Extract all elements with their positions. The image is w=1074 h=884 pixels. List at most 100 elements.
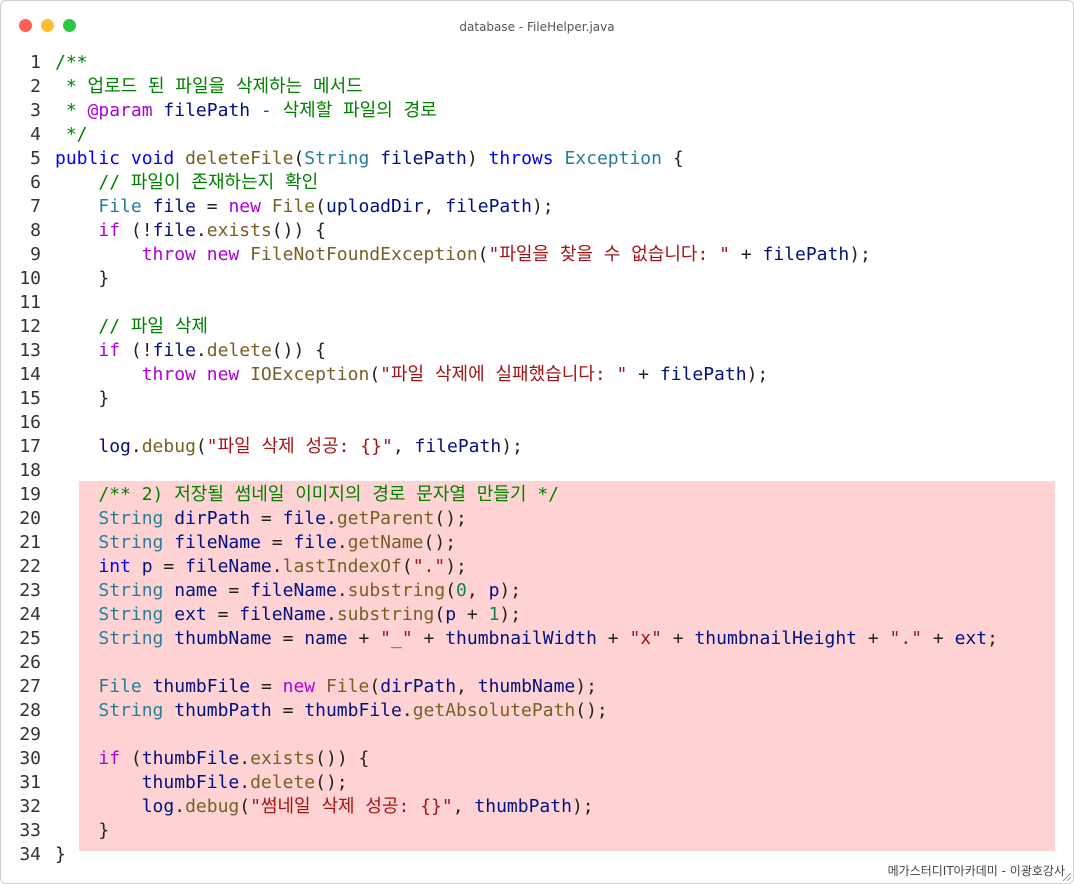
code-token-number: 1	[488, 604, 500, 625]
code-token-function: delete	[206, 340, 272, 361]
code-token-plain: );	[849, 244, 871, 265]
code-token-variable: dirPath	[174, 508, 251, 529]
code-token-plain: =	[250, 508, 283, 529]
line-number: 14	[19, 364, 41, 385]
line-number: 10	[19, 268, 41, 289]
code-token-plain: (	[239, 796, 251, 817]
code-text: }	[55, 819, 109, 843]
code-token-plain: +	[661, 628, 695, 649]
resize-grip-icon[interactable]	[1061, 871, 1071, 881]
code-token-variable: thumbnailWidth	[445, 628, 597, 649]
line-number: 34	[19, 844, 41, 865]
code-token-string: "파일을 찾을 수 없습니다: "	[488, 244, 730, 265]
code-token-plain: +	[922, 628, 955, 649]
code-text: * @param filePath - 삭제할 파일의 경로	[55, 99, 437, 123]
code-token-variable: filePath	[659, 364, 747, 385]
code-text: File file = new File(uploadDir, filePath…	[55, 195, 553, 219]
code-token-function: exists	[250, 748, 316, 769]
code-token-plain: ,	[456, 676, 478, 697]
line-number: 3	[30, 100, 41, 121]
code-token-variable: thumbFile	[152, 676, 251, 697]
line-number: 23	[19, 580, 41, 601]
line-number: 32	[19, 796, 41, 817]
line-number: 19	[19, 484, 41, 505]
code-token-plain: );	[746, 364, 769, 385]
code-token-comment: * 업로드 된 파일을 삭제하는 메서드	[55, 76, 363, 97]
code-editor[interactable]: 1 /** 2 * 업로드 된 파일을 삭제하는 메서드 3 * @param fil…	[1, 51, 1073, 867]
code-token-plain: (	[401, 556, 413, 577]
line-number: 31	[19, 772, 41, 793]
code-token-plain: );	[499, 580, 522, 601]
code-text: */	[55, 123, 88, 147]
code-token-plain: ,	[466, 580, 489, 601]
code-token-variable: ext	[174, 604, 207, 625]
code-token-function: exists	[206, 220, 272, 241]
code-token-plain: ,	[392, 436, 415, 457]
code-text: if (thumbFile.exists()) {	[55, 747, 369, 771]
code-token-plain: +	[596, 628, 630, 649]
code-token-plain: }	[55, 820, 110, 841]
code-token-plain: +	[412, 628, 446, 649]
line-number: 28	[19, 700, 41, 721]
code-token-type: String	[98, 700, 164, 721]
code-token-type: Exception	[564, 148, 662, 169]
code-line: 13 if (!file.delete()) {	[1, 339, 1073, 363]
code-token-variable: name	[304, 628, 348, 649]
code-token-variable: name	[174, 580, 218, 601]
code-text: }	[55, 387, 109, 411]
code-line: 2 * 업로드 된 파일을 삭제하는 메서드	[1, 75, 1073, 99]
line-number: 8	[30, 220, 41, 241]
code-token-plain: .	[336, 580, 348, 601]
code-token-plain: =	[271, 700, 305, 721]
code-token-comment: // 파일 삭제	[98, 316, 208, 337]
code-token-type: File	[98, 196, 142, 217]
code-token-function: getAbsolutePath	[412, 700, 576, 721]
code-token-control: new	[228, 196, 261, 217]
code-text: }	[55, 843, 66, 867]
code-token-plain: }	[55, 388, 110, 409]
code-line: 20 String dirPath = file.getParent();	[1, 507, 1073, 531]
code-token-plain: (	[120, 748, 142, 769]
line-number: 5	[30, 148, 41, 169]
code-line: 32 log.debug("썸네일 삭제 성공: {}", thumbPath)…	[1, 795, 1073, 819]
code-token-control: if	[98, 220, 121, 241]
code-token-function: lastIndexOf	[282, 556, 402, 577]
code-token-plain: );	[501, 436, 523, 457]
code-token-plain: (	[195, 436, 207, 457]
line-number: 29	[19, 724, 41, 745]
code-token-plain: ()) {	[315, 748, 370, 769]
code-token-variable: file	[293, 532, 337, 553]
code-line: 7 File file = new File(uploadDir, filePa…	[1, 195, 1073, 219]
line-number: 9	[30, 244, 41, 265]
code-token-function: File	[325, 676, 370, 697]
code-token-plain: +	[347, 628, 381, 649]
code-token-plain: +	[729, 244, 763, 265]
code-token-comment: /**	[55, 52, 88, 73]
code-token-plain: .	[239, 772, 251, 793]
code-token-function: getParent	[336, 508, 435, 529]
code-line: 6 // 파일이 존재하는지 확인	[1, 171, 1073, 195]
line-number: 17	[19, 436, 41, 457]
code-text: int p = fileName.lastIndexOf(".");	[55, 555, 467, 579]
code-text: /** 2) 저장될 썸네일 이미지의 경로 문자열 만들기 */	[55, 483, 559, 507]
code-line: 11	[1, 291, 1073, 315]
line-number: 4	[30, 124, 41, 145]
line-number: 7	[30, 196, 41, 217]
code-token-string: "파일 삭제에 실패했습니다: "	[380, 364, 628, 385]
code-token-function: deleteFile	[185, 148, 294, 169]
code-token-string: "_"	[380, 628, 413, 649]
code-token-variable: p	[141, 556, 153, 577]
code-token-keyword: void	[130, 148, 175, 169]
code-line: 27 File thumbFile = new File(dirPath, th…	[1, 675, 1073, 699]
code-token-plain: .	[239, 748, 251, 769]
